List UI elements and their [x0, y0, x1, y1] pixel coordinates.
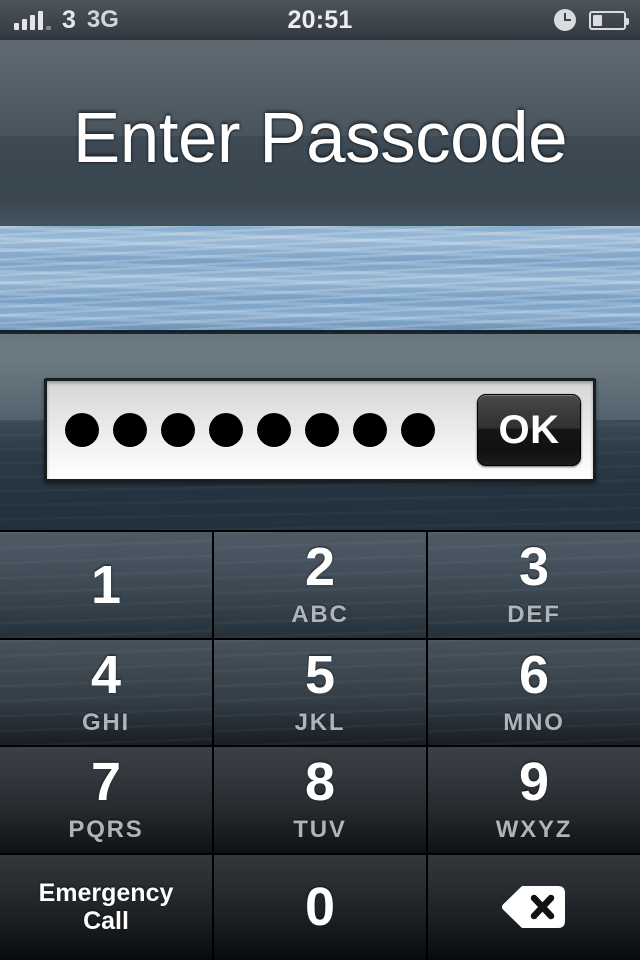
- status-bar: 3 3G 20:51: [0, 0, 640, 40]
- key-digit: 6: [518, 644, 550, 705]
- passcode-dot: [401, 413, 435, 447]
- keypad-key-0[interactable]: 0: [214, 854, 428, 960]
- key-letters: ABC: [291, 601, 349, 629]
- key-digit: 8: [304, 752, 336, 813]
- keypad-key-3[interactable]: 3 DEF: [428, 532, 640, 638]
- key-digit: 1: [90, 554, 122, 615]
- keypad-key-9[interactable]: 9 WXYZ: [428, 747, 640, 853]
- delete-backspace-icon: [501, 884, 567, 930]
- passcode-dot: [353, 413, 387, 447]
- page-title: Enter Passcode: [72, 99, 568, 178]
- battery-icon: [589, 10, 629, 30]
- emergency-call-button[interactable]: Emergency Call: [0, 854, 214, 960]
- key-letters: WXYZ: [495, 816, 573, 844]
- passcode-dot: [65, 413, 99, 447]
- wallpaper-water-highlight-band: [0, 226, 640, 330]
- ok-button[interactable]: OK: [477, 394, 581, 466]
- keypad-row: 4 GHI 5 JKL 6 MNO: [0, 639, 640, 747]
- key-digit: 5: [304, 644, 336, 705]
- key-digit: 4: [90, 644, 122, 705]
- numeric-keypad: 1 2 ABC 3 DEF 4 GHI 5 JKL 6 MNO 7 PQRS 8…: [0, 530, 640, 960]
- key-letters: MNO: [503, 708, 565, 736]
- keypad-key-8[interactable]: 8 TUV: [214, 747, 428, 853]
- key-digit: 7: [90, 752, 122, 813]
- key-letters: DEF: [507, 601, 561, 629]
- passcode-dot: [161, 413, 195, 447]
- key-digit: 0: [304, 877, 336, 938]
- passcode-dot: [113, 413, 147, 447]
- emergency-call-line1: Emergency: [38, 879, 174, 908]
- key-digit: 2: [304, 537, 336, 598]
- keypad-key-5[interactable]: 5 JKL: [214, 639, 428, 745]
- carrier-name: 3: [62, 5, 76, 34]
- lock-screen: 3 3G 20:51 Enter Passcode OK 1 2 ABC 3 D…: [0, 0, 640, 960]
- passcode-dot: [257, 413, 291, 447]
- keypad-row: 1 2 ABC 3 DEF: [0, 532, 640, 640]
- key-letters: JKL: [294, 708, 346, 736]
- delete-key[interactable]: [428, 854, 640, 960]
- emergency-call-line2: Call: [83, 907, 129, 936]
- passcode-dot: [305, 413, 339, 447]
- status-bar-left-group: 3 3G: [14, 6, 119, 35]
- key-letters: PQRS: [68, 816, 144, 844]
- keypad-key-6[interactable]: 6 MNO: [428, 639, 640, 745]
- passcode-dot: [209, 413, 243, 447]
- network-type: 3G: [86, 6, 119, 33]
- passcode-dots: [65, 413, 477, 447]
- key-letters: TUV: [293, 816, 347, 844]
- passcode-input[interactable]: OK: [44, 378, 596, 482]
- keypad-row: 7 PQRS 8 TUV 9 WXYZ: [0, 747, 640, 855]
- key-letters: GHI: [81, 708, 131, 736]
- keypad-row: Emergency Call 0: [0, 854, 640, 960]
- keypad-key-4[interactable]: 4 GHI: [0, 639, 214, 745]
- keypad-key-7[interactable]: 7 PQRS: [0, 747, 214, 853]
- signal-bars-icon: [14, 10, 51, 30]
- status-bar-right-group: [554, 9, 629, 31]
- key-digit: 9: [518, 752, 550, 813]
- key-digit: 3: [518, 537, 550, 598]
- alarm-clock-icon: [554, 9, 576, 31]
- keypad-key-2[interactable]: 2 ABC: [214, 532, 428, 638]
- keypad-key-1[interactable]: 1: [0, 532, 214, 638]
